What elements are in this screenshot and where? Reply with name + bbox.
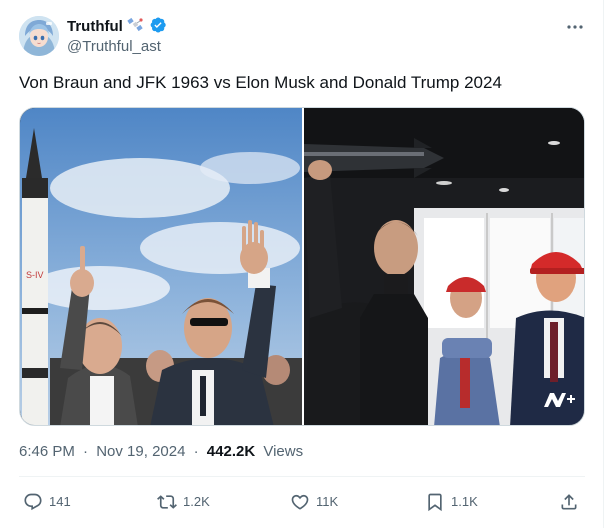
bookmark-icon [428,493,442,512]
von-braun-jfk-photo[interactable]: S-IV [20,108,302,425]
tweet-meta: 6:46 PM · Nov 19, 2024 · 442.2K Views [19,443,303,461]
repost-icon [157,495,177,509]
share-button[interactable] [559,492,579,512]
author-name-row: Truthful [67,16,167,39]
reply-count: 141 [49,494,71,509]
tweet-text: Von Braun and JFK 1963 vs Elon Musk and … [19,73,502,92]
bookmark-count: 1.1K [451,494,478,509]
display-name[interactable]: Truthful [67,18,123,36]
action-bar: 141 1.2K 11K 1.1K [0,486,604,520]
musk-trump-photo[interactable] [304,108,584,425]
author-handle[interactable]: @Truthful_ast [67,38,161,56]
repost-count: 1.2K [183,494,210,509]
share-icon [561,494,577,510]
repost-button[interactable]: 1.2K [157,492,210,512]
views-count: 442.2K [206,443,256,460]
more-dots-icon [567,25,583,29]
heart-icon [291,494,309,510]
tweet-date[interactable]: Nov 19, 2024 [96,443,185,460]
media-grid: S-IV [19,107,585,426]
verified-badge-icon[interactable] [149,16,167,39]
avatar-image [19,16,59,56]
reply-button[interactable]: 141 [23,492,71,512]
svg-text:S-IV: S-IV [26,270,44,280]
meta-separator: · [193,443,199,460]
avatar[interactable] [19,16,59,56]
more-options-button[interactable] [562,16,588,38]
reply-icon [24,493,42,511]
satellite-emoji-icon [126,16,146,39]
meta-separator: · [83,443,89,460]
tweet: Truthful @Truthful_ast Von Braun and JFK… [0,0,604,528]
like-button[interactable]: 11K [290,492,338,512]
bookmark-button[interactable]: 1.1K [425,492,478,512]
network-logo-badge [542,389,576,409]
like-count: 11K [316,494,339,509]
tweet-time[interactable]: 6:46 PM [19,443,75,460]
views-label: Views [263,443,304,460]
n-plus-logo-icon [544,393,575,407]
divider [19,476,585,477]
